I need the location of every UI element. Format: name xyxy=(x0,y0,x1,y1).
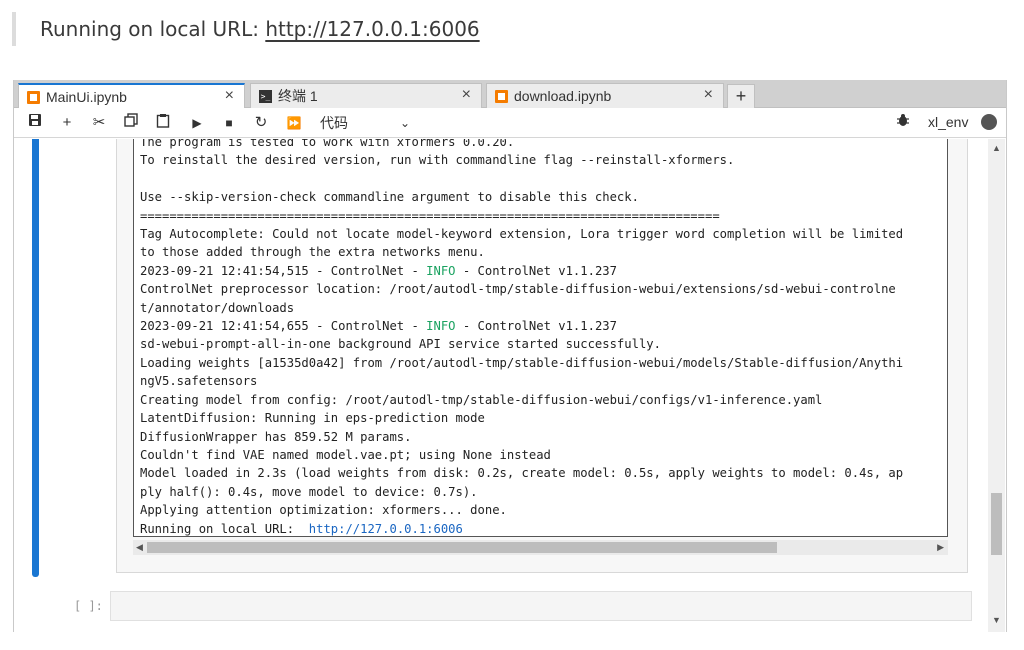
run-all-icon[interactable]: ⏩ xyxy=(284,113,304,133)
output-line: The program is tested to work with xform… xyxy=(140,139,515,149)
output-line: Running on local URL: http://127.0.0.1:6… xyxy=(140,521,463,536)
output-line: ngV5.safetensors xyxy=(140,374,258,389)
banner-prefix: Running on local URL: xyxy=(40,17,266,41)
output-line: LatentDiffusion: Running in eps-predicti… xyxy=(140,411,485,426)
restart-icon[interactable]: ↻ xyxy=(252,113,270,133)
paste-icon[interactable] xyxy=(154,113,172,133)
scroll-up-icon[interactable]: ▲ xyxy=(992,143,1001,153)
output-url-link[interactable]: http://127.0.0.1:6006 xyxy=(309,522,463,536)
output-line: ControlNet preprocessor location: /root/… xyxy=(140,282,896,297)
output-line: DiffusionWrapper has 859.52 M params. xyxy=(140,429,412,444)
tab-label: 终端 1 xyxy=(278,88,318,104)
tab-mainui[interactable]: MainUi.ipynb × xyxy=(18,83,245,109)
close-icon[interactable]: × xyxy=(704,86,713,104)
output-line: Use --skip-version-check commandline arg… xyxy=(140,190,639,205)
cell-prompt: [ ]: xyxy=(74,599,103,613)
cell-output: The program is tested to work with xform… xyxy=(133,139,948,537)
tab-label: MainUi.ipynb xyxy=(46,89,127,105)
notebook-icon xyxy=(27,90,40,104)
notebook-icon xyxy=(495,89,508,103)
empty-code-cell[interactable] xyxy=(110,591,972,621)
output-text: The program is tested to work with xform… xyxy=(140,139,947,536)
log-level-info: INFO xyxy=(426,263,456,278)
active-cell-indicator[interactable] xyxy=(32,139,39,577)
output-line: sd-webui-prompt-all-in-one background AP… xyxy=(140,337,661,352)
kernel-status-icon xyxy=(981,114,997,130)
save-icon[interactable] xyxy=(26,113,44,133)
notebook-toolbar: + ✂ ▶ ■ ↻ ⏩ 代码 ⌄ xl_env xyxy=(14,108,1006,138)
output-line: ply half(): 0.4s, move model to device: … xyxy=(140,484,478,499)
kernel-name[interactable]: xl_env xyxy=(928,114,968,130)
log-level-info: INFO xyxy=(426,319,456,334)
vertical-scrollbar[interactable]: ▲ ▼ xyxy=(988,139,1005,632)
output-line: Loading weights [a1535d0a42] from /root/… xyxy=(140,355,904,370)
scrollbar-thumb[interactable] xyxy=(147,542,777,553)
chevron-down-icon: ⌄ xyxy=(399,116,410,130)
banner: Running on local URL: http://127.0.0.1:6… xyxy=(12,12,480,46)
output-line: Applying attention optimization: xformer… xyxy=(140,503,507,518)
output-line: to those added through the extra network… xyxy=(140,245,485,260)
cut-icon[interactable]: ✂ xyxy=(90,113,108,133)
tab-download[interactable]: download.ipynb × xyxy=(486,83,724,108)
banner-url-link[interactable]: http://127.0.0.1:6006 xyxy=(265,17,479,41)
output-line: Creating model from config: /root/autodl… xyxy=(140,392,823,407)
stop-icon[interactable]: ■ xyxy=(220,113,238,133)
output-line: t/annotator/downloads xyxy=(140,300,295,315)
tab-terminal[interactable]: >_ 终端 1 × xyxy=(250,83,482,108)
output-line: To reinstall the desired version, run wi… xyxy=(140,153,735,168)
notebook-area: The program is tested to work with xform… xyxy=(14,139,1006,632)
tab-label: download.ipynb xyxy=(514,88,612,104)
run-icon[interactable]: ▶ xyxy=(188,113,206,133)
cell-type-select[interactable]: 代码 ⌄ xyxy=(320,113,410,133)
copy-icon[interactable] xyxy=(122,113,140,133)
scrollbar-thumb[interactable] xyxy=(991,493,1002,555)
horizontal-scrollbar[interactable]: ◀ ▶ xyxy=(133,540,948,555)
banner-text: Running on local URL: http://127.0.0.1:6… xyxy=(40,17,480,41)
scroll-left-icon[interactable]: ◀ xyxy=(136,540,143,555)
scroll-down-icon[interactable]: ▼ xyxy=(992,615,1001,625)
terminal-icon: >_ xyxy=(259,89,272,103)
output-line: ========================================… xyxy=(140,208,720,223)
cell-type-value: 代码 xyxy=(320,115,348,131)
debugger-icon[interactable] xyxy=(894,113,912,133)
tab-bar: MainUi.ipynb × >_ 终端 1 × download.ipynb … xyxy=(14,80,1006,109)
add-cell-icon[interactable]: + xyxy=(58,113,76,133)
add-tab-button[interactable]: + xyxy=(727,84,755,108)
output-line: Model loaded in 2.3s (load weights from … xyxy=(140,466,904,481)
close-icon[interactable]: × xyxy=(225,87,234,105)
close-icon[interactable]: × xyxy=(462,86,471,104)
output-line: Couldn't find VAE named model.vae.pt; us… xyxy=(140,447,551,462)
output-line: 2023-09-21 12:41:54,655 - ControlNet - I… xyxy=(140,319,617,334)
scroll-right-icon[interactable]: ▶ xyxy=(937,540,944,555)
output-line: 2023-09-21 12:41:54,515 - ControlNet - I… xyxy=(140,263,617,278)
output-line: Tag Autocomplete: Could not locate model… xyxy=(140,227,904,242)
jupyter-window: MainUi.ipynb × >_ 终端 1 × download.ipynb … xyxy=(13,80,1007,632)
